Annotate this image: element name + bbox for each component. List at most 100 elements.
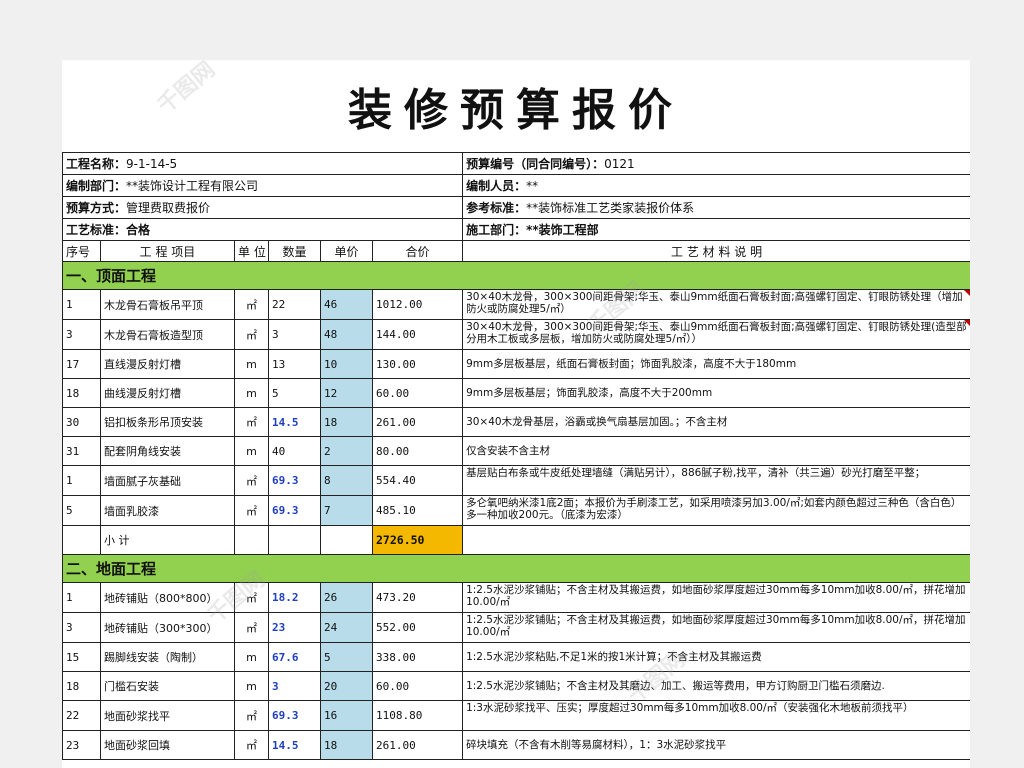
quantity-cell[interactable]: 69.3 — [268, 495, 321, 526]
empty-cell[interactable] — [320, 525, 373, 555]
row-number-cell[interactable]: 15 — [62, 642, 101, 672]
quantity-cell[interactable]: 13 — [268, 349, 321, 379]
section-title[interactable]: 一、顶面工程 — [62, 261, 970, 290]
unit-cell[interactable]: ㎡ — [234, 289, 269, 320]
item-name-cell[interactable]: 木龙骨石膏板造型顶 — [100, 319, 235, 350]
description-cell[interactable]: 基层贴白布条或牛皮纸处理墙缝（满贴另计），886腻子粉,找平，清补（共三遍）砂光… — [462, 465, 970, 496]
description-cell[interactable]: 仅含安装不含主材 — [462, 436, 970, 466]
unit-cell[interactable]: ㎡ — [234, 700, 269, 731]
total-price-cell[interactable]: 1108.80 — [371, 700, 464, 731]
item-name-cell[interactable]: 木龙骨石膏板吊平顶 — [100, 289, 235, 320]
row-number-cell[interactable]: 31 — [62, 436, 101, 466]
comment-indicator-icon[interactable] — [964, 290, 970, 296]
quantity-cell[interactable]: 3 — [268, 671, 321, 701]
total-price-cell[interactable]: 1012.00 — [371, 289, 464, 320]
unit-price-cell[interactable]: 26 — [320, 582, 373, 613]
total-price-cell[interactable]: 60.00 — [371, 671, 464, 701]
unit-cell[interactable]: m — [234, 642, 269, 672]
total-price-cell[interactable]: 261.00 — [371, 730, 464, 760]
item-name-cell[interactable]: 墙面乳胶漆 — [100, 495, 235, 526]
item-name-cell[interactable]: 配套阴角线安装 — [100, 436, 235, 466]
empty-cell[interactable] — [268, 525, 321, 555]
total-price-cell[interactable]: 485.10 — [371, 495, 464, 526]
item-name-cell[interactable]: 曲线漫反射灯槽 — [100, 378, 235, 408]
row-number-cell[interactable]: 30 — [62, 407, 101, 437]
quantity-cell[interactable]: 69.3 — [268, 465, 321, 496]
quantity-cell[interactable]: 67.6 — [268, 642, 321, 672]
unit-cell[interactable]: ㎡ — [234, 407, 269, 437]
total-price-cell[interactable]: 60.00 — [371, 378, 464, 408]
description-cell[interactable]: 1:3水泥砂浆找平、压实；厚度超过30mm每多10mm加收8.00/㎡（安装强化… — [462, 700, 970, 731]
column-header[interactable]: 数量 — [268, 240, 321, 262]
row-number-cell[interactable]: 5 — [62, 495, 101, 526]
construction-dept-cell[interactable]: 施工部门：**装饰工程部 — [462, 218, 970, 241]
unit-price-cell[interactable]: 8 — [320, 465, 373, 496]
item-name-cell[interactable]: 铝扣板条形吊顶安装 — [100, 407, 235, 437]
budget-number-cell[interactable]: 预算编号（同合同编号）：0121 — [462, 152, 970, 175]
quantity-cell[interactable]: 69.3 — [268, 700, 321, 731]
row-number-cell[interactable]: 22 — [62, 700, 101, 731]
quantity-cell[interactable]: 14.5 — [268, 407, 321, 437]
row-number-cell[interactable]: 1 — [62, 582, 101, 613]
row-number-cell[interactable]: 3 — [62, 612, 101, 643]
unit-price-cell[interactable]: 20 — [320, 671, 373, 701]
column-header[interactable]: 序号 — [62, 240, 101, 262]
unit-price-cell[interactable]: 24 — [320, 612, 373, 643]
column-header[interactable]: 单 位 — [234, 240, 269, 262]
unit-cell[interactable]: ㎡ — [234, 730, 269, 760]
unit-price-cell[interactable]: 10 — [320, 349, 373, 379]
item-name-cell[interactable]: 直线漫反射灯槽 — [100, 349, 235, 379]
unit-cell[interactable]: m — [234, 349, 269, 379]
department-cell[interactable]: 编制部门：**装饰设计工程有限公司 — [62, 174, 464, 197]
total-price-cell[interactable]: 144.00 — [371, 319, 464, 350]
section-title[interactable]: 二、地面工程 — [62, 554, 970, 583]
item-name-cell[interactable]: 地砖铺贴（300*300） — [100, 612, 235, 643]
item-name-cell[interactable]: 地面砂浆找平 — [100, 700, 235, 731]
empty-cell[interactable] — [234, 525, 269, 555]
quantity-cell[interactable]: 40 — [268, 436, 321, 466]
quantity-cell[interactable]: 23 — [268, 612, 321, 643]
empty-cell[interactable] — [462, 525, 970, 555]
description-cell[interactable]: 30×40木龙骨，300×300间距骨架;华玉、泰山9mm纸面石膏板封面;高强螺… — [462, 289, 970, 320]
unit-cell[interactable]: ㎡ — [234, 465, 269, 496]
unit-price-cell[interactable]: 2 — [320, 436, 373, 466]
craft-standard-cell[interactable]: 工艺标准：合格 — [62, 218, 464, 241]
empty-cell[interactable] — [62, 525, 101, 555]
unit-cell[interactable]: ㎡ — [234, 319, 269, 350]
quantity-cell[interactable]: 3 — [268, 319, 321, 350]
subtotal-label-cell[interactable]: 小 计 — [100, 525, 235, 555]
row-number-cell[interactable]: 17 — [62, 349, 101, 379]
description-cell[interactable]: 多仑氧吧纳米漆1底2面；本报价为手刷漆工艺，如采用喷漆另加3.00/㎡;如套内颜… — [462, 495, 970, 526]
column-header[interactable]: 单价 — [320, 240, 373, 262]
quantity-cell[interactable]: 18.2 — [268, 582, 321, 613]
project-name-cell[interactable]: 工程名称：9-1-14-5 — [62, 152, 464, 175]
description-cell[interactable]: 1:2.5水泥沙浆铺贴；不含主材及其磨边、加工、搬运等费用，甲方订购厨卫门槛石须… — [462, 671, 970, 701]
quantity-cell[interactable]: 5 — [268, 378, 321, 408]
item-name-cell[interactable]: 地面砂浆回填 — [100, 730, 235, 760]
budget-method-cell[interactable]: 预算方式：管理费取费报价 — [62, 196, 464, 219]
comment-indicator-icon[interactable] — [964, 320, 970, 326]
description-cell[interactable]: 30×40木龙骨，300×300间距骨架;华玉、泰山9mm纸面石膏板封面;高强螺… — [462, 319, 970, 350]
total-price-cell[interactable]: 552.00 — [371, 612, 464, 643]
column-header[interactable]: 工 艺 材 料 说 明 — [462, 240, 970, 262]
total-price-cell[interactable]: 338.00 — [371, 642, 464, 672]
item-name-cell[interactable]: 地砖铺贴（800*800） — [100, 582, 235, 613]
total-price-cell[interactable]: 473.20 — [371, 582, 464, 613]
description-cell[interactable]: 9mm多层板基层，纸面石膏板封面；饰面乳胶漆，高度不大于180mm — [462, 349, 970, 379]
total-price-cell[interactable]: 261.00 — [371, 407, 464, 437]
unit-cell[interactable]: m — [234, 671, 269, 701]
total-price-cell[interactable]: 130.00 — [371, 349, 464, 379]
row-number-cell[interactable]: 1 — [62, 289, 101, 320]
unit-price-cell[interactable]: 48 — [320, 319, 373, 350]
total-price-cell[interactable]: 554.40 — [371, 465, 464, 496]
column-header[interactable]: 工 程 项目 — [100, 240, 235, 262]
description-cell[interactable]: 1:2.5水泥沙浆铺贴；不含主材及其搬运费，如地面砂浆厚度超过30mm每多10m… — [462, 612, 970, 643]
column-header[interactable]: 合价 — [371, 240, 464, 262]
unit-price-cell[interactable]: 46 — [320, 289, 373, 320]
description-cell[interactable]: 1:2.5水泥沙浆铺贴；不含主材及其搬运费，如地面砂浆厚度超过30mm每多10m… — [462, 582, 970, 613]
row-number-cell[interactable]: 18 — [62, 671, 101, 701]
unit-cell[interactable]: ㎡ — [234, 612, 269, 643]
row-number-cell[interactable]: 18 — [62, 378, 101, 408]
row-number-cell[interactable]: 23 — [62, 730, 101, 760]
unit-price-cell[interactable]: 18 — [320, 407, 373, 437]
